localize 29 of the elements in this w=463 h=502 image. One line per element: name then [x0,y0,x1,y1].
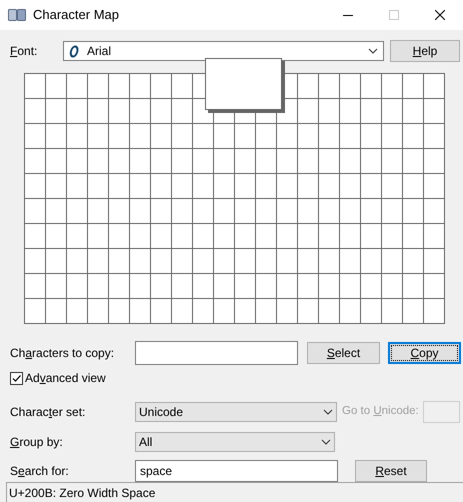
characters-to-copy-field[interactable] [135,341,298,365]
font-label: Font: [10,43,38,60]
font-value: Arial [87,43,112,60]
go-to-unicode-label: Go to Unicode: [342,404,420,420]
close-icon [435,10,445,20]
chevron-down-icon [321,439,331,445]
status-text: U+200B: Zero Width Space [9,484,156,502]
copy-button[interactable]: Copy [388,342,461,364]
font-type-icon [69,44,79,58]
search-for-label: Search for: [10,463,70,480]
character-set-dropdown[interactable]: Unicode [135,402,337,422]
font-dropdown[interactable]: Arial [63,41,384,61]
app-icon [8,9,26,21]
characters-to-copy-label: Characters to copy: [10,345,116,362]
character-grid[interactable] [24,73,445,324]
group-by-label: Group by: [10,434,64,451]
group-by-dropdown[interactable]: All [135,432,335,452]
character-set-value: Unicode [139,404,184,421]
character-set-label: Character set: [10,404,86,421]
maximize-icon [389,10,399,20]
group-by-value: All [139,434,154,451]
search-field[interactable]: space [135,460,338,482]
select-button[interactable]: Select [307,342,380,364]
chevron-down-icon [368,48,378,54]
reset-button[interactable]: Reset [355,460,427,482]
help-button[interactable]: Help [390,40,460,62]
advanced-view-checkbox[interactable]: Advanced view [10,369,106,387]
window-title: Character Map [33,6,120,24]
chevron-down-icon [323,409,333,415]
